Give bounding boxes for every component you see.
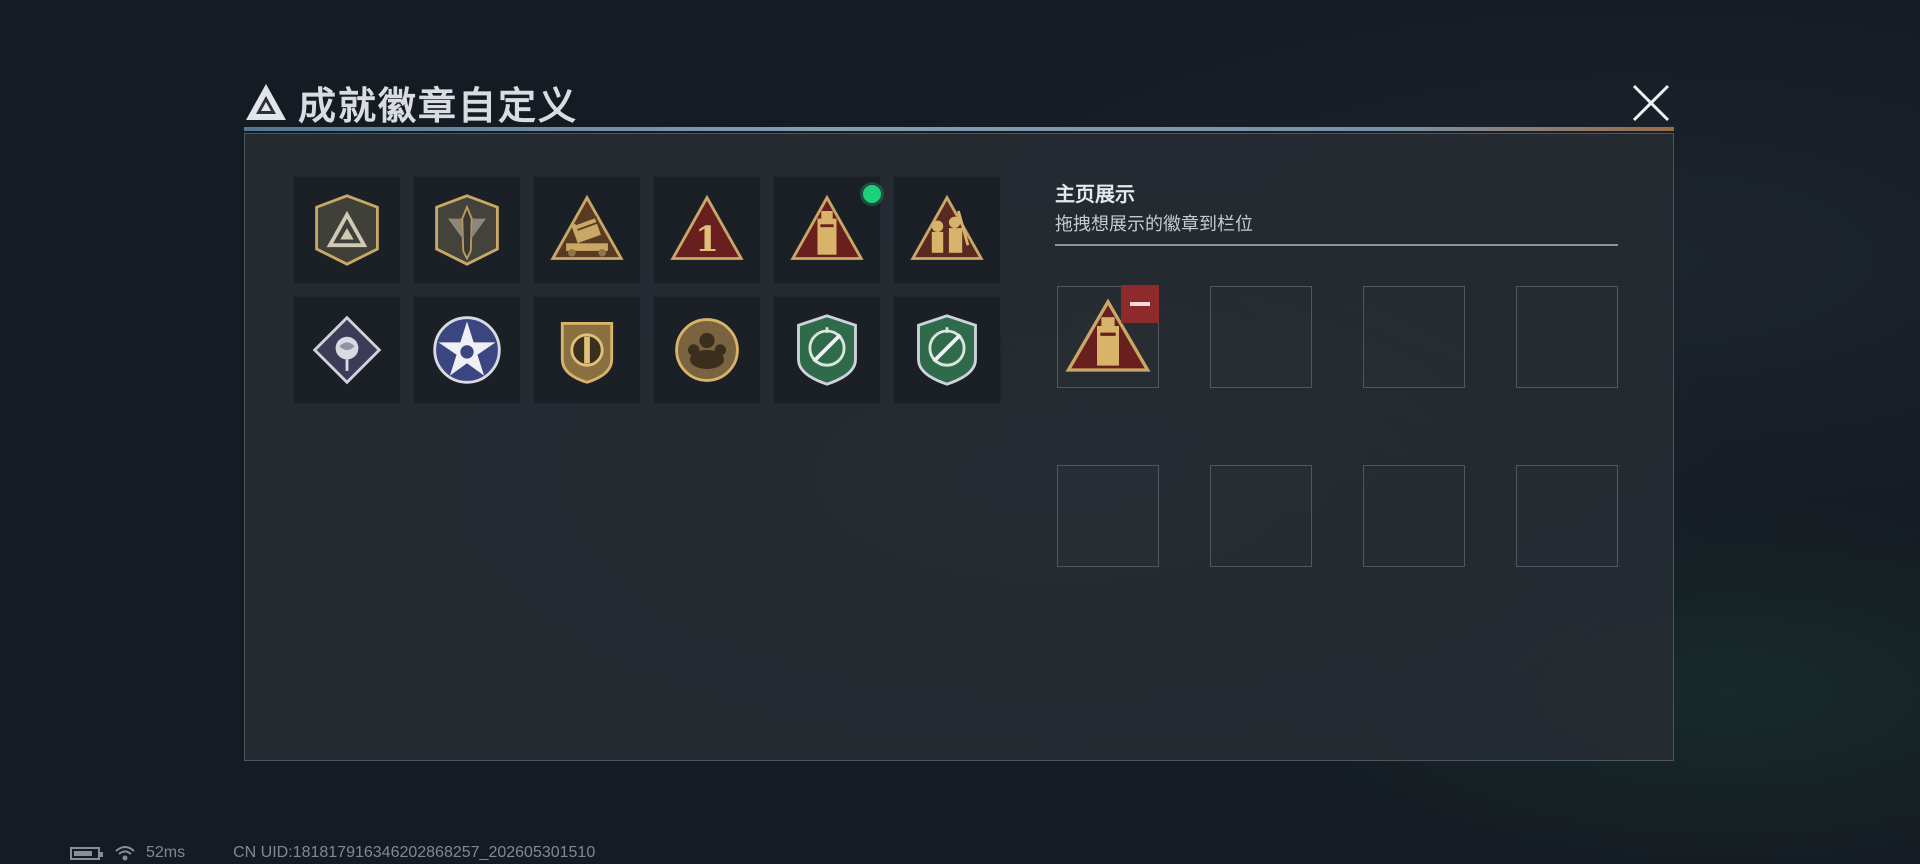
badge-cell-selected[interactable] — [773, 176, 881, 284]
badge-cell[interactable] — [413, 176, 521, 284]
triangle-tower-badge-icon — [790, 194, 864, 260]
triangle-number-one-badge-icon: 1 — [670, 194, 744, 260]
triangle-launcher-badge-icon — [550, 194, 624, 260]
badge-cell[interactable] — [653, 296, 761, 404]
dialog-title: 成就徽章自定义 — [298, 83, 579, 128]
ping-text: 52ms — [146, 844, 186, 861]
green-crosshair-knife-badge-icon — [917, 314, 977, 386]
badge-cell[interactable] — [533, 176, 641, 284]
shield-emblem-badge-icon — [560, 321, 614, 384]
close-icon[interactable] — [1628, 80, 1674, 126]
showcase-title: 主页展示 — [1055, 182, 1135, 206]
remove-badge-button[interactable] — [1121, 285, 1159, 323]
dialog-header: 成就徽章自定义 — [244, 76, 578, 128]
badge-inventory-grid: 1 — [293, 176, 1001, 404]
round-gear-badge-icon — [675, 318, 739, 382]
showcase-divider — [1055, 244, 1618, 246]
showcase-slot-8[interactable] — [1516, 465, 1618, 567]
green-crosshair-knife-badge-icon — [797, 314, 857, 386]
showcase-slot-6[interactable] — [1210, 465, 1312, 567]
badge-number-text: 1 — [695, 220, 719, 260]
showcase-slot-7[interactable] — [1363, 465, 1465, 567]
showcase-slot-3[interactable] — [1363, 286, 1465, 388]
diamond-rose-badge-icon — [312, 315, 382, 385]
badge-cell[interactable] — [293, 296, 401, 404]
showcase-slot-2[interactable] — [1210, 286, 1312, 388]
triangle-soldiers-badge-icon — [910, 194, 984, 260]
badge-cell[interactable] — [293, 176, 401, 284]
showcase-slot-4[interactable] — [1516, 286, 1618, 388]
triangle-logo-icon — [246, 84, 286, 120]
badge-cell[interactable] — [533, 296, 641, 404]
badge-cell[interactable] — [893, 176, 1001, 284]
selected-indicator-dot — [863, 185, 881, 203]
status-bar: 52ms CN UID:181817916346202868257_202605… — [70, 842, 595, 864]
badge-cell[interactable]: 1 — [653, 176, 761, 284]
minus-icon — [1130, 302, 1150, 306]
wifi-icon — [115, 846, 135, 861]
header-accent-bar — [244, 127, 1674, 131]
star-wheel-badge-icon — [433, 316, 501, 384]
showcase-subtitle: 拖拽想展示的徽章到栏位 — [1055, 214, 1253, 235]
shield-dagger-badge-icon — [435, 194, 499, 266]
showcase-slot-5[interactable] — [1057, 465, 1159, 567]
battery-icon — [70, 846, 103, 860]
badge-cell[interactable] — [773, 296, 881, 404]
uid-text: CN UID:181817916346202868257_20260530151… — [233, 844, 596, 861]
shield-triangle-badge-icon — [315, 194, 379, 266]
badge-cell[interactable] — [893, 296, 1001, 404]
badge-cell[interactable] — [413, 296, 521, 404]
